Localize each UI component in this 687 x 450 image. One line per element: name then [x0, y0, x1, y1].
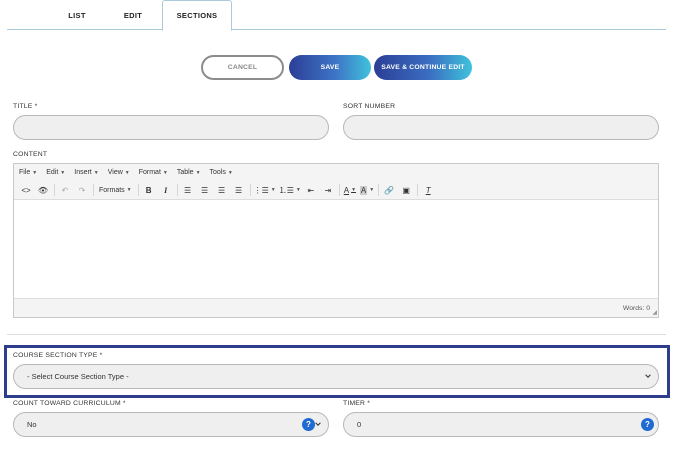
help-icon[interactable]: ?	[641, 418, 654, 431]
content-label: CONTENT	[13, 151, 48, 158]
help-icon[interactable]: ?	[302, 418, 315, 431]
timer-label: TIMER *	[343, 400, 371, 407]
tab-bar: LIST EDIT SECTIONS	[7, 0, 666, 31]
toolbar-divider	[378, 184, 380, 196]
save-continue-edit-button[interactable]: SAVE & CONTINUE EDIT	[374, 55, 472, 80]
toolbar-divider	[54, 184, 55, 196]
align-left-icon[interactable]: ☰	[181, 183, 195, 197]
image-icon[interactable]: ▣	[399, 183, 413, 197]
title-input[interactable]	[13, 115, 329, 140]
menu-table[interactable]: Table ▼	[177, 169, 201, 176]
source-code-icon[interactable]: <>	[19, 183, 33, 197]
italic-icon[interactable]: I	[159, 183, 173, 197]
count-toward-curriculum-select[interactable]: No	[13, 412, 329, 437]
editor-menubar: File ▼ Edit ▼ Insert ▼ View ▼ Format ▼ Table ▼…	[14, 164, 658, 181]
text-color-icon[interactable]: A ▼	[343, 183, 357, 197]
course-section-type-select[interactable]: - Select Course Section Type -	[13, 364, 659, 389]
section-divider	[7, 334, 666, 335]
menu-format[interactable]: Format ▼	[139, 169, 168, 176]
editor-toolbar: <> 👁 ↶ ↷ Formats ▼ B I ☰ ☰ ☰ ☰ ⋮☰ ▼ ⒈☰ ▼ ⇤ …	[14, 181, 658, 200]
bullet-list-icon[interactable]: ⋮☰ ▼	[254, 183, 276, 197]
toolbar-divider	[93, 184, 94, 196]
toolbar-divider	[338, 184, 340, 196]
course-section-type-label: COURSE SECTION TYPE *	[13, 352, 103, 359]
resize-handle-icon[interactable]: ◢	[652, 309, 657, 316]
course-section-type-value: - Select Course Section Type -	[27, 372, 129, 381]
menu-edit[interactable]: Edit ▼	[46, 169, 65, 176]
bold-icon[interactable]: B	[142, 183, 156, 197]
editor-statusbar: Words: 0 ◢	[14, 298, 658, 317]
word-count: Words: 0	[622, 305, 650, 312]
align-justify-icon[interactable]: ☰	[232, 183, 246, 197]
toolbar-divider	[417, 184, 419, 196]
align-right-icon[interactable]: ☰	[215, 183, 229, 197]
sort-number-input[interactable]	[343, 115, 659, 140]
timer-input[interactable]: 0	[343, 412, 659, 437]
numbered-list-icon[interactable]: ⒈☰ ▼	[279, 183, 301, 197]
tab-edit[interactable]: EDIT	[111, 0, 155, 30]
count-toward-curriculum-value: No	[27, 420, 37, 429]
undo-icon[interactable]: ↶	[58, 183, 72, 197]
tab-list[interactable]: LIST	[55, 0, 99, 30]
menu-insert[interactable]: Insert ▼	[74, 169, 98, 176]
menu-view[interactable]: View ▼	[108, 169, 130, 176]
toolbar-divider	[176, 184, 178, 196]
indent-icon[interactable]: ⇥	[321, 183, 335, 197]
title-label: TITLE *	[13, 103, 38, 110]
outdent-icon[interactable]: ⇤	[304, 183, 318, 197]
toolbar-divider	[137, 184, 139, 196]
sort-number-label: SORT NUMBER	[343, 103, 396, 110]
menu-file[interactable]: File ▼	[19, 169, 37, 176]
tab-sections[interactable]: SECTIONS	[162, 0, 232, 31]
rich-text-editor: File ▼ Edit ▼ Insert ▼ View ▼ Format ▼ Table ▼…	[13, 163, 659, 318]
save-button[interactable]: SAVE	[289, 55, 371, 80]
link-icon[interactable]: 🔗	[382, 183, 396, 197]
align-center-icon[interactable]: ☰	[198, 183, 212, 197]
clear-formatting-icon[interactable]: T	[421, 183, 435, 197]
count-toward-curriculum-label: COUNT TOWARD CURRICULUM *	[13, 400, 126, 407]
preview-eye-icon[interactable]: 👁	[36, 183, 50, 197]
cancel-button[interactable]: CANCEL	[201, 55, 284, 80]
background-color-icon[interactable]: A ▼	[359, 183, 374, 197]
toolbar-divider	[249, 184, 251, 196]
timer-value: 0	[357, 420, 362, 429]
editor-content-area[interactable]	[14, 200, 658, 298]
menu-tools[interactable]: Tools ▼	[210, 169, 233, 176]
redo-icon[interactable]: ↷	[75, 183, 89, 197]
chevron-down-icon	[315, 422, 321, 426]
formats-dropdown[interactable]: Formats ▼	[97, 183, 134, 197]
chevron-down-icon	[645, 374, 651, 378]
